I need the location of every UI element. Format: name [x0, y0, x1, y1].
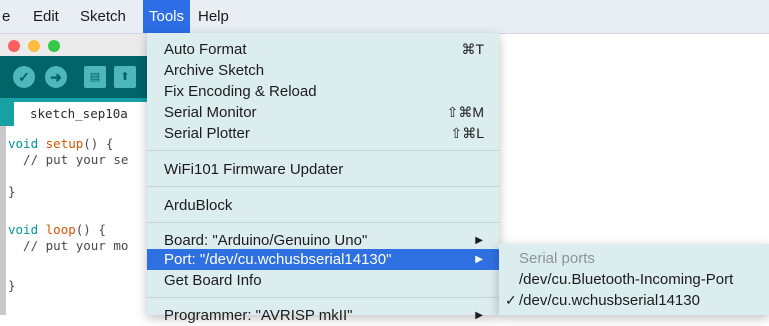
editor-gutter	[0, 126, 6, 315]
menu-item-label: WiFi101 Firmware Updater	[164, 161, 344, 178]
upload-icon[interactable]: ➜	[45, 66, 67, 88]
port-item-bluetooth[interactable]: /dev/cu.Bluetooth-Incoming-Port	[499, 269, 769, 290]
menu-item-label: Get Board Info	[164, 272, 262, 289]
menu-item-port[interactable]: Port: "/dev/cu.wchusbserial14130" ▶	[147, 249, 499, 270]
tab-sketch[interactable]: sketch_sep10a	[14, 102, 164, 126]
menubar-item-tools[interactable]: Tools	[143, 0, 191, 33]
verify-icon[interactable]: ✓	[13, 66, 35, 88]
code-function: setup	[45, 136, 84, 151]
menu-item-archive-sketch[interactable]: Archive Sketch	[147, 60, 499, 81]
menu-item-wifi101-updater[interactable]: WiFi101 Firmware Updater	[147, 159, 499, 180]
menubar-item-file[interactable]: e	[0, 0, 16, 33]
tab-bar: sketch_sep10a	[0, 98, 170, 126]
menu-item-label: Serial Monitor	[164, 104, 257, 121]
shortcut-label: ⌘T	[461, 41, 484, 57]
port-item-label: /dev/cu.wchusbserial14130	[519, 292, 700, 309]
toolbar: ✓ ➜ ▤ ⬆	[0, 56, 170, 98]
shortcut-label: ⇧⌘M	[446, 104, 484, 120]
menu-separator	[147, 150, 499, 151]
close-button[interactable]	[8, 40, 20, 52]
code-line: }	[8, 184, 16, 199]
code-keyword: void	[8, 136, 39, 151]
menu-item-label: Archive Sketch	[164, 62, 265, 79]
menu-item-get-board-info[interactable]: Get Board Info	[147, 270, 499, 291]
port-item-label: /dev/cu.Bluetooth-Incoming-Port	[519, 271, 734, 288]
tools-menu: Auto Format ⌘T Archive Sketch Fix Encodi…	[147, 33, 499, 324]
open-icon[interactable]: ⬆	[114, 66, 136, 88]
code-line: // put your se	[8, 152, 129, 167]
code-text: () {	[75, 222, 106, 237]
menu-item-label: Serial Plotter	[164, 125, 250, 142]
menu-item-label: Board: "Arduino/Genuino Uno"	[164, 232, 368, 249]
menu-item-board[interactable]: Board: "Arduino/Genuino Uno" ▶	[147, 230, 499, 251]
zoom-button[interactable]	[48, 40, 60, 52]
submenu-header: Serial ports	[499, 248, 769, 269]
shortcut-label: ⇧⌘L	[450, 125, 484, 141]
new-icon[interactable]: ▤	[84, 66, 106, 88]
port-item-wchusbserial[interactable]: ✓ /dev/cu.wchusbserial14130	[499, 290, 769, 311]
submenu-arrow-icon: ▶	[475, 310, 483, 321]
menu-item-label: ArduBlock	[164, 197, 233, 214]
arduino-window: ✓ ➜ ▤ ⬆ sketch_sep10a void setup() { // …	[0, 34, 170, 315]
menubar-item-edit[interactable]: Edit	[27, 0, 65, 33]
menu-separator	[147, 186, 499, 187]
port-submenu: Serial ports /dev/cu.Bluetooth-Incoming-…	[499, 244, 769, 315]
menu-separator	[147, 222, 499, 223]
minimize-button[interactable]	[28, 40, 40, 52]
code-keyword: void	[8, 222, 39, 237]
code-line: void loop() {	[8, 222, 106, 237]
menu-bar: e Edit Sketch Tools Help	[0, 0, 769, 34]
menu-item-serial-monitor[interactable]: Serial Monitor ⇧⌘M	[147, 102, 499, 123]
menu-item-auto-format[interactable]: Auto Format ⌘T	[147, 39, 499, 60]
menu-item-label: Port: "/dev/cu.wchusbserial14130"	[164, 251, 392, 268]
code-line: void setup() {	[8, 136, 113, 151]
menu-item-fix-encoding[interactable]: Fix Encoding & Reload	[147, 81, 499, 102]
menu-item-ardublock[interactable]: ArduBlock	[147, 195, 499, 216]
menu-separator	[147, 297, 499, 298]
menu-item-label: Fix Encoding & Reload	[164, 83, 317, 100]
submenu-header-label: Serial ports	[519, 250, 595, 267]
menu-item-label: Programmer: "AVRISP mkII"	[164, 307, 353, 324]
menubar-item-help[interactable]: Help	[192, 0, 235, 33]
menu-item-label: Auto Format	[164, 41, 247, 58]
checkmark-icon: ✓	[505, 292, 517, 308]
menubar-item-sketch[interactable]: Sketch	[74, 0, 132, 33]
menu-item-programmer[interactable]: Programmer: "AVRISP mkII" ▶	[147, 305, 499, 326]
code-text: () {	[83, 136, 114, 151]
submenu-arrow-icon: ▶	[475, 235, 483, 246]
menu-item-serial-plotter[interactable]: Serial Plotter ⇧⌘L	[147, 123, 499, 144]
code-function: loop	[45, 222, 76, 237]
title-bar	[0, 34, 170, 56]
submenu-arrow-icon: ▶	[475, 254, 483, 265]
code-line: // put your mo	[8, 238, 129, 253]
code-line: }	[8, 278, 16, 293]
